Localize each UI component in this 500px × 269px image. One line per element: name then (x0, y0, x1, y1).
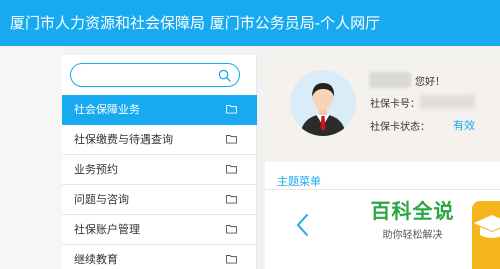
graduation-cap-icon (474, 215, 500, 238)
menu-item-label: 社会保障业务 (74, 103, 140, 116)
side-menu: 社会保障业务 社保缴费与待遇查询 业务预约 问题与咨询 社保账户管理 继续教育 (62, 95, 257, 269)
folder-icon (226, 135, 237, 144)
user-avatar-icon (290, 70, 356, 136)
menu-item-payment-query[interactable]: 社保缴费与待遇查询 (62, 125, 257, 155)
topic-menu-title: 主题菜单 (277, 175, 321, 188)
watermark: 百科全说 助你轻松解决 (365, 195, 460, 241)
menu-item-appointment[interactable]: 业务预约 (62, 155, 257, 185)
search-icon[interactable] (218, 69, 231, 82)
card-status-label: 社保卡状态： (370, 122, 430, 133)
user-name-obscured (369, 72, 411, 88)
menu-item-label: 业务预约 (74, 163, 118, 176)
sidebar: 社会保障业务 社保缴费与待遇查询 业务预约 问题与咨询 社保账户管理 继续教育 (62, 55, 257, 269)
site-title: 厦门市人力资源和社会保障局 厦门市公务员局-个人网厅 (10, 14, 381, 32)
site-header: 厦门市人力资源和社会保障局 厦门市公务员局-个人网厅 (0, 0, 500, 46)
menu-item-label: 问题与咨询 (74, 193, 129, 206)
search-box (70, 63, 240, 87)
menu-item-account-management[interactable]: 社保账户管理 (62, 215, 257, 245)
greeting-text: 您好！ (415, 77, 445, 88)
menu-item-continuing-education[interactable]: 继续教育 (62, 245, 257, 269)
profile-card: 您好！ 社保卡号： 社保卡状态： 有效 (265, 55, 500, 162)
main-panel: 您好！ 社保卡号： 社保卡状态： 有效 主题菜单 百科全说 助你轻松解决 (265, 55, 500, 269)
menu-item-consultation[interactable]: 问题与咨询 (62, 185, 257, 215)
menu-item-label: 继续教育 (74, 253, 118, 266)
card-status-value: 有效 (453, 119, 475, 132)
menu-item-label: 社保缴费与待遇查询 (74, 133, 173, 146)
folder-icon (226, 255, 237, 264)
folder-icon (226, 195, 237, 204)
avatar (290, 70, 356, 136)
watermark-title: 百科全说 (370, 199, 455, 223)
folder-icon (226, 225, 237, 234)
menu-item-social-security[interactable]: 社会保障业务 (62, 95, 257, 125)
menu-item-label: 社保账户管理 (74, 223, 140, 236)
folder-icon (226, 165, 237, 174)
left-background (0, 46, 62, 269)
chevron-left-icon[interactable] (295, 213, 309, 237)
watermark-subtitle: 助你轻松解决 (382, 230, 443, 241)
folder-icon (226, 105, 237, 114)
card-number-label: 社保卡号： (370, 99, 420, 110)
divider (265, 189, 500, 190)
education-tile[interactable] (472, 201, 500, 269)
search-input[interactable] (81, 66, 211, 84)
card-number-obscured (420, 95, 475, 109)
